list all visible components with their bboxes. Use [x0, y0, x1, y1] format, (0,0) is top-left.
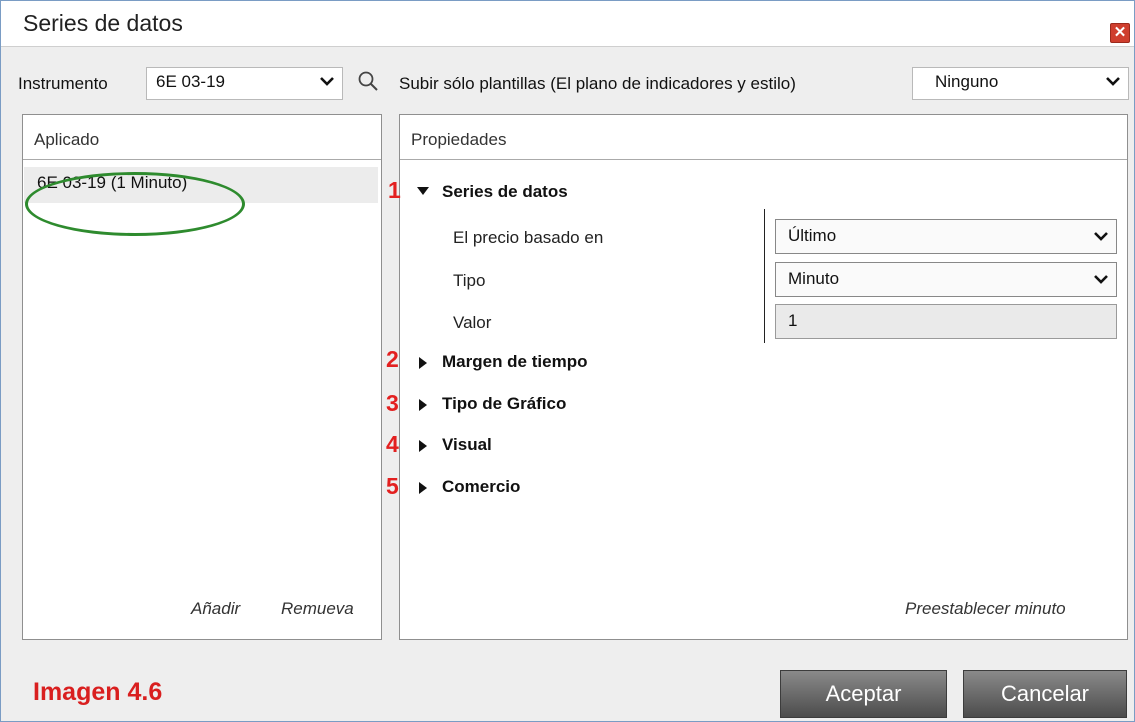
annotation-number: 3 — [386, 390, 399, 416]
accept-button[interactable]: Aceptar — [780, 670, 947, 718]
add-link[interactable]: Añadir — [191, 599, 240, 619]
properties-header: Propiedades — [400, 115, 1127, 160]
chevron-down-icon — [320, 77, 334, 86]
section-visual[interactable]: Visual — [442, 435, 492, 455]
series-dialog: Series de datos ✕ Instrumento 6E 03-19 S… — [0, 0, 1135, 722]
collapsed-arrow-icon[interactable] — [419, 357, 427, 369]
instrument-select[interactable]: 6E 03-19 — [146, 67, 343, 100]
templates-select[interactable]: Ninguno — [912, 67, 1129, 100]
section-series-de-datos[interactable]: Series de datos — [442, 182, 568, 202]
close-icon[interactable]: ✕ — [1110, 23, 1130, 43]
remove-link[interactable]: Remueva — [281, 599, 354, 619]
title-bar: Series de datos ✕ — [1, 1, 1134, 47]
templates-value: Ninguno — [935, 72, 999, 91]
properties-header-label: Propiedades — [411, 130, 507, 149]
templates-label: Subir sólo plantillas (El plano de indic… — [399, 74, 796, 93]
cancel-button[interactable]: Cancelar — [963, 670, 1127, 718]
chevron-down-icon — [1094, 275, 1108, 284]
type-value: Minuto — [788, 269, 840, 288]
section-margen-de-tiempo[interactable]: Margen de tiempo — [442, 352, 587, 372]
property-divider — [764, 209, 765, 343]
chevron-down-icon — [1106, 77, 1120, 86]
value-input[interactable]: 1 — [775, 304, 1117, 339]
collapsed-arrow-icon[interactable] — [419, 399, 427, 411]
section-tipo-de-grafico[interactable]: Tipo de Gráfico — [442, 394, 566, 414]
search-icon[interactable] — [357, 70, 379, 92]
value-label: Valor — [453, 313, 492, 332]
collapsed-arrow-icon[interactable] — [419, 482, 427, 494]
value-input-text: 1 — [788, 311, 798, 330]
collapsed-arrow-icon[interactable] — [419, 440, 427, 452]
applied-header: Aplicado — [23, 115, 381, 160]
price-based-value: Último — [788, 226, 837, 245]
figure-caption: Imagen 4.6 — [33, 678, 163, 706]
instrument-label: Instrumento — [18, 74, 108, 93]
annotation-number: 5 — [386, 473, 399, 499]
annotation-number: 2 — [386, 346, 399, 372]
chevron-down-icon — [1094, 232, 1108, 241]
price-based-select[interactable]: Último — [775, 219, 1117, 254]
preset-link[interactable]: Preestablecer minuto — [905, 599, 1066, 619]
instrument-value: 6E 03-19 — [156, 72, 225, 91]
annotation-number: 4 — [386, 431, 399, 457]
applied-header-label: Aplicado — [34, 130, 100, 149]
dialog-title: Series de datos — [23, 10, 183, 36]
expanded-arrow-icon[interactable] — [417, 187, 429, 195]
highlight-ellipse — [25, 172, 245, 236]
section-comercio[interactable]: Comercio — [442, 477, 520, 497]
type-label: Tipo — [453, 271, 486, 290]
price-based-label: El precio basado en — [453, 228, 604, 247]
annotation-number: 1 — [388, 177, 401, 203]
type-select[interactable]: Minuto — [775, 262, 1117, 297]
